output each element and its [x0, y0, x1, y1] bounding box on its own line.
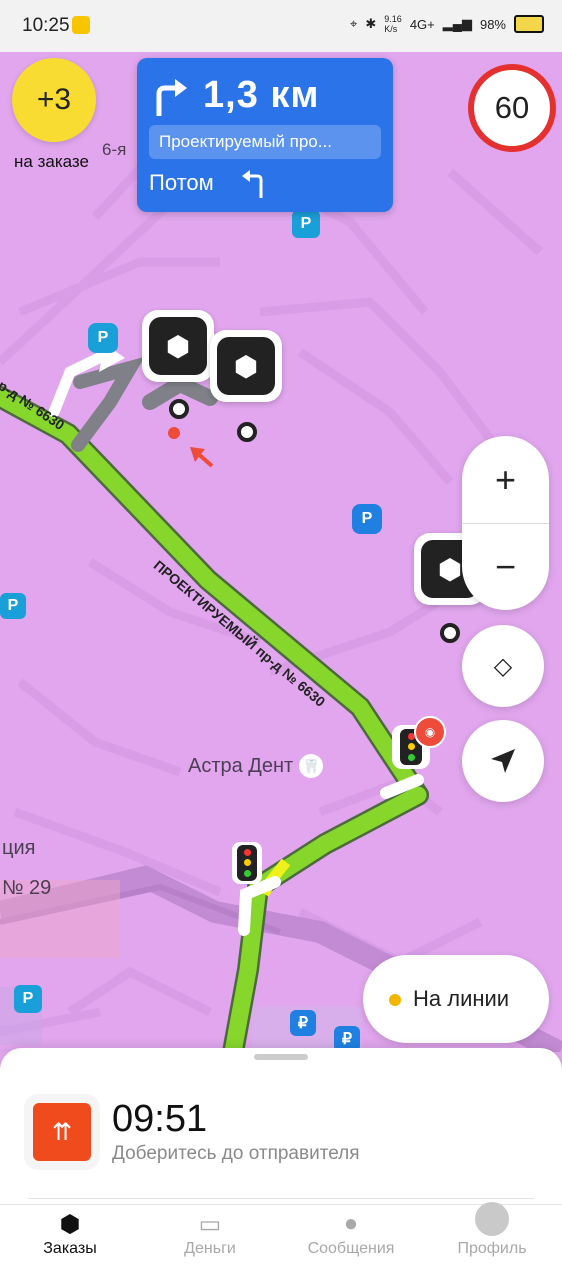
street-name: Проектируемый про...: [149, 125, 381, 159]
tab-profile[interactable]: Профиль: [436, 1202, 548, 1258]
battery-percent: 98%: [479, 16, 506, 32]
layers-icon: ◇: [493, 652, 513, 680]
parking-icon: P: [14, 985, 42, 1013]
eta-time: 09:51: [112, 1098, 208, 1140]
speed-limit-value: 60: [494, 90, 530, 125]
status-bar: 10:25 ⌖ ✱ 9.16 K/s 4G+ ▂▄▆ 98%: [0, 0, 562, 52]
bluetooth-icon: ✱: [365, 16, 377, 31]
minus-icon[interactable]: −: [462, 523, 549, 610]
sheet-handle[interactable]: [254, 1054, 308, 1060]
box-icon: ⇈: [33, 1103, 91, 1161]
navigation-arrow-icon: [491, 749, 515, 773]
locate-button[interactable]: [462, 720, 544, 802]
maneuver-distance: 1,3 км: [203, 74, 320, 116]
tab-label: Профиль: [457, 1240, 527, 1257]
status-right: ⌖ ✱ 9.16 K/s 4G+ ▂▄▆ 98%: [350, 14, 544, 34]
tab-money[interactable]: ▭ Деньги: [154, 1210, 266, 1258]
tab-label: Заказы: [43, 1240, 97, 1257]
order-marker[interactable]: ⬢: [210, 330, 282, 402]
camera-icon: ◉: [414, 716, 446, 748]
box-icon: ⬢: [217, 337, 275, 395]
speed-limit-sign: 60: [468, 64, 556, 152]
parking-icon: P: [0, 593, 26, 619]
wallet-icon: ▭: [198, 1211, 222, 1238]
divider: [28, 1198, 534, 1199]
parking-icon: P: [88, 323, 118, 353]
poi-label: Астра Дент: [188, 754, 294, 777]
tab-label: Сообщения: [307, 1240, 395, 1257]
tab-orders[interactable]: ⬢ Заказы: [14, 1210, 126, 1258]
street-label-6ya: 6-я: [102, 140, 127, 159]
tab-label: Деньги: [184, 1240, 236, 1257]
paid-parking-icon: ₽: [290, 1010, 316, 1036]
turn-left-icon: [241, 168, 265, 200]
chat-icon: ●: [343, 1210, 359, 1237]
order-badge-caption: на заказе: [14, 152, 89, 171]
online-dot: [389, 994, 401, 1006]
parking-icon: P: [292, 210, 320, 238]
delivery-box-icon: ⇈: [24, 1094, 100, 1170]
tooth-icon: 🦷: [299, 754, 324, 778]
avatar: [436, 1202, 548, 1240]
app-notification-icon: [72, 16, 90, 34]
navigation-card[interactable]: 1,3 км Проектируемый про... Потом: [137, 58, 393, 212]
tab-messages[interactable]: ● Сообщения: [295, 1210, 407, 1258]
plus-icon[interactable]: +: [462, 436, 549, 523]
street-label-tsiya: ция: [2, 837, 36, 859]
online-status-label: На линии: [413, 986, 510, 1011]
status-time: 10:25: [22, 15, 70, 36]
eta-subtitle: Доберитесь до отправителя: [112, 1143, 360, 1164]
online-status-button[interactable]: На линии: [363, 955, 549, 1043]
network-speed: 9.16 K/s: [384, 14, 402, 34]
layers-button[interactable]: ◇: [462, 625, 544, 707]
order-marker[interactable]: ⬢: [142, 310, 214, 382]
location-icon: ⌖: [350, 16, 358, 31]
street-label-29: № 29: [2, 877, 52, 899]
parking-icon: P: [352, 504, 382, 534]
box-icon: ⬢: [149, 317, 207, 375]
order-count-badge[interactable]: +3: [12, 58, 96, 142]
signal-icon: ▂▄▆: [442, 16, 472, 31]
turn-right-icon: [153, 76, 189, 118]
traffic-light-icon: [232, 842, 262, 884]
next-maneuver-label: Потом: [149, 170, 214, 195]
tabbar-divider: [0, 1204, 562, 1205]
order-count: +3: [36, 83, 72, 116]
zoom-controls: + −: [462, 436, 549, 610]
battery-icon: [514, 15, 544, 33]
poi-astra-dent[interactable]: Астра Дент 🦷: [188, 754, 324, 778]
network-type: 4G+: [409, 16, 435, 32]
box-icon: ⬢: [59, 1211, 81, 1238]
